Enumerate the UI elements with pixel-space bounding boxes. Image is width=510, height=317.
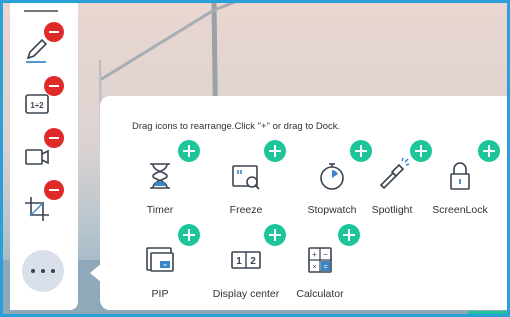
dock-item-crop[interactable] — [18, 180, 70, 228]
tool-label: Calculator — [296, 288, 344, 300]
more-tools-button[interactable] — [22, 250, 64, 292]
corner-tab — [468, 311, 508, 317]
remove-from-dock-button[interactable] — [44, 128, 64, 148]
dock-item-pen[interactable] — [18, 22, 70, 70]
tool-screenlock[interactable]: ScreenLock — [420, 140, 500, 222]
hourglass-icon — [150, 163, 170, 189]
crop-icon — [25, 197, 49, 221]
add-to-dock-button[interactable] — [338, 224, 360, 246]
svg-text:1÷2: 1÷2 — [30, 101, 44, 110]
add-to-dock-button[interactable] — [264, 140, 286, 162]
add-to-dock-button[interactable] — [478, 140, 500, 162]
dock-item-camera[interactable] — [18, 128, 70, 176]
svg-text:2: 2 — [250, 256, 256, 267]
display-center-icon: 1 2 — [231, 251, 261, 269]
padlock-icon — [450, 162, 470, 190]
stopwatch-icon — [320, 163, 344, 190]
calculator-icon: + − × = — [308, 247, 332, 273]
more-tools-panel: Drag icons to rearrange.Click "+" or dra… — [100, 96, 510, 310]
pen-icon — [26, 38, 48, 63]
tool-calculator[interactable]: + − × = Calculator — [280, 224, 360, 306]
tool-label: ScreenLock — [432, 204, 488, 216]
freeze-magnifier-icon — [232, 165, 260, 190]
picture-in-picture-icon: ∞ — [146, 247, 174, 272]
add-to-dock-button[interactable] — [178, 224, 200, 246]
more-dots-icon — [31, 269, 55, 273]
svg-text:×: × — [312, 264, 316, 271]
dock-drag-handle[interactable] — [24, 10, 58, 12]
flashlight-icon — [379, 157, 410, 190]
tool-freeze[interactable]: Freeze — [206, 140, 286, 222]
remove-from-dock-button[interactable] — [44, 180, 64, 200]
tool-label: Timer — [146, 204, 174, 216]
svg-text:∞: ∞ — [163, 263, 167, 269]
svg-text:+: + — [312, 250, 317, 259]
video-camera-icon — [25, 149, 49, 165]
split-screen-1-2-icon: 1÷2 — [25, 94, 49, 114]
tool-dock: 1÷2 — [10, 0, 78, 310]
svg-text:−: − — [323, 250, 328, 259]
remove-from-dock-button[interactable] — [44, 22, 64, 42]
svg-text:1: 1 — [236, 256, 242, 267]
panel-hint: Drag icons to rearrange.Click "+" or dra… — [132, 121, 341, 132]
tool-label: PIP — [151, 288, 169, 300]
tool-timer[interactable]: Timer — [120, 140, 200, 222]
dock-item-split-screen[interactable]: 1÷2 — [18, 76, 70, 124]
remove-from-dock-button[interactable] — [44, 76, 64, 96]
svg-text:=: = — [323, 264, 327, 271]
tool-pip[interactable]: ∞ PIP — [120, 224, 200, 306]
add-to-dock-button[interactable] — [178, 140, 200, 162]
tool-label: Freeze — [229, 204, 263, 216]
